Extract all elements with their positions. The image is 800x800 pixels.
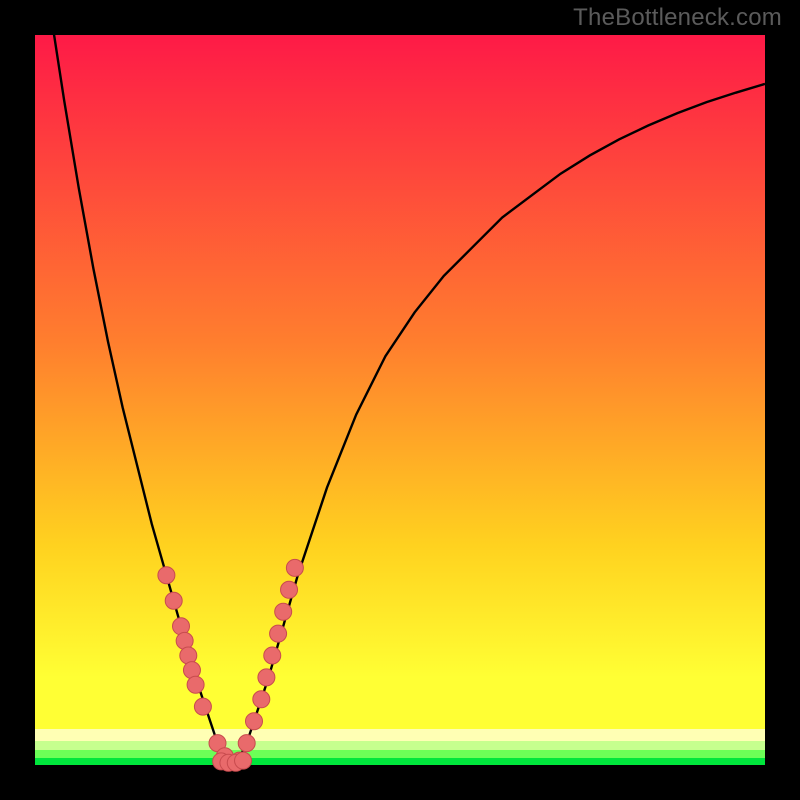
data-dot [246,713,263,730]
data-dot [258,669,275,686]
data-dot [286,559,303,576]
chart-frame: TheBottleneck.com [0,0,800,800]
plot-area [35,35,765,765]
data-dot [264,647,281,664]
data-dot [165,592,182,609]
data-dot [158,567,175,584]
data-dot [238,735,255,752]
data-dot [187,676,204,693]
data-dot [253,691,270,708]
data-dot [281,581,298,598]
data-dots [158,559,303,771]
watermark-text: TheBottleneck.com [573,4,782,32]
bottleneck-curve [35,0,765,765]
data-dot [235,752,252,769]
data-dot [270,625,287,642]
data-dot [194,698,211,715]
data-dot [275,603,292,620]
chart-svg [35,35,765,765]
